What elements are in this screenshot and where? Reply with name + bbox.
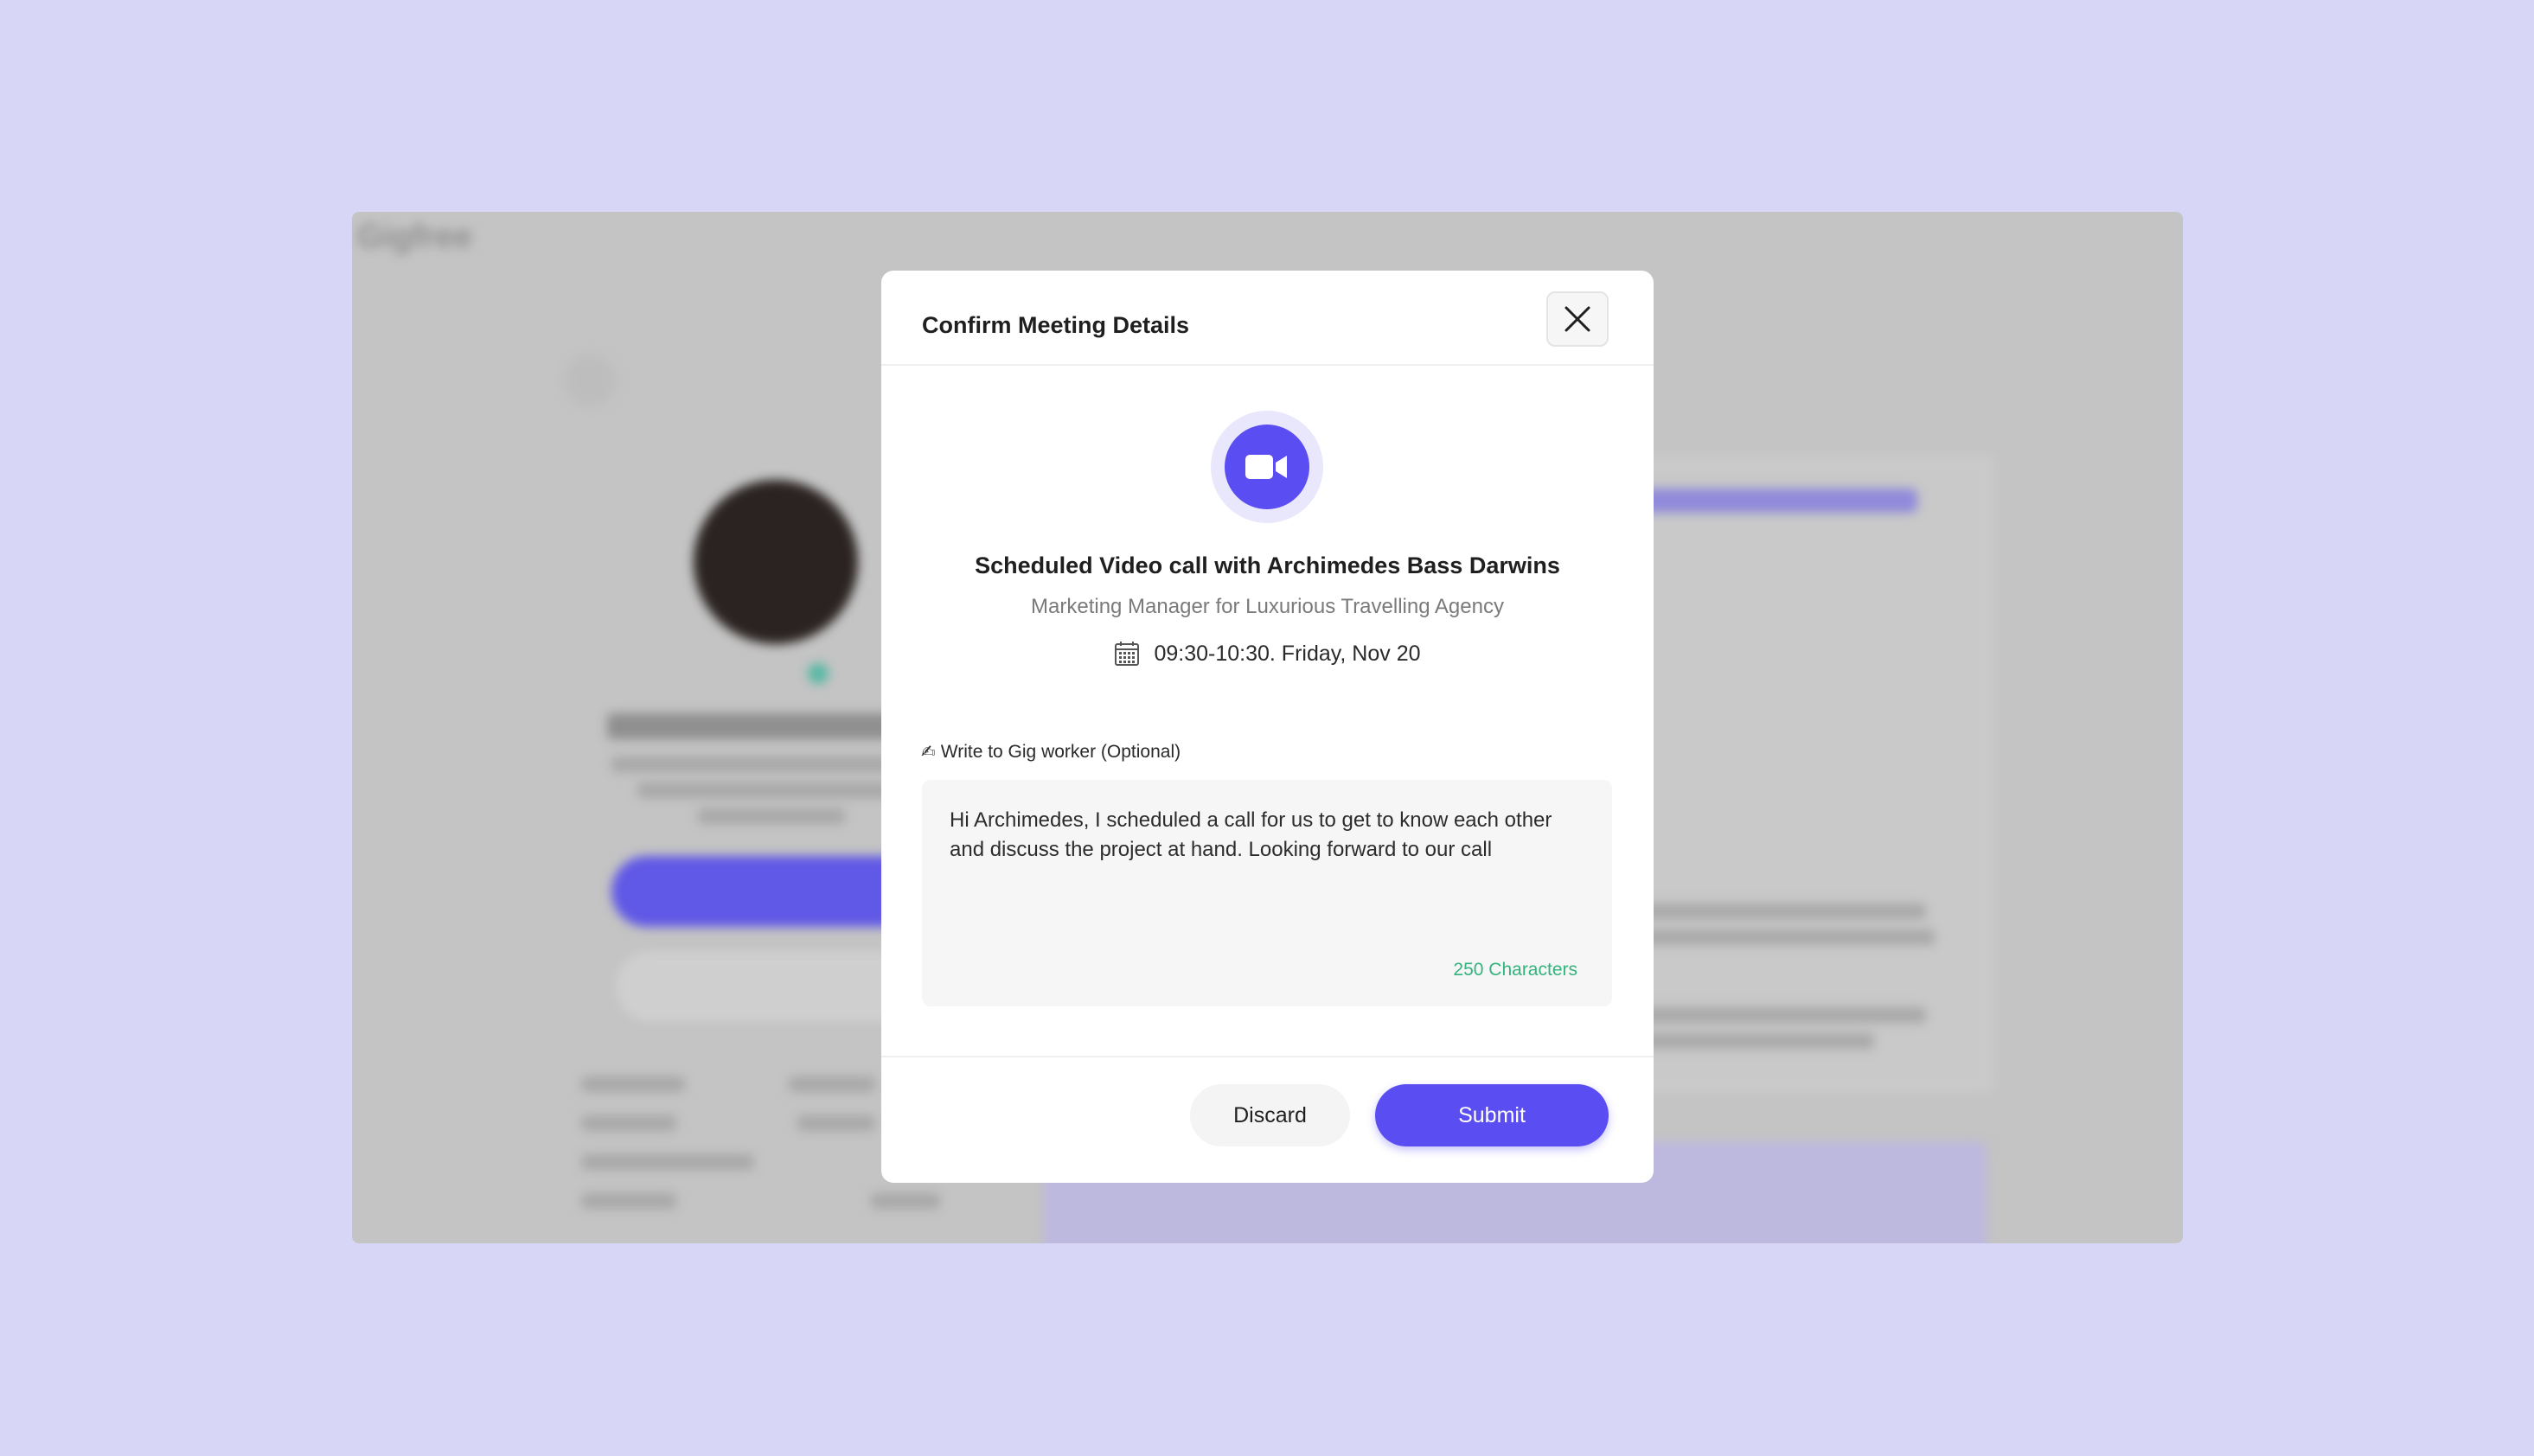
message-text: Hi Archimedes, I scheduled a call for us… — [950, 808, 1552, 861]
call-subtitle: Marketing Manager for Luxurious Travelli… — [1031, 595, 1504, 618]
profile-info-row — [581, 1115, 676, 1131]
back-button — [564, 354, 616, 406]
app-logo: Gigfree — [357, 219, 473, 255]
details-line — [1632, 929, 1935, 945]
profile-info-row — [871, 1193, 940, 1209]
online-status-dot — [808, 663, 829, 684]
profile-info-row — [581, 1154, 754, 1170]
close-icon — [1565, 306, 1590, 332]
footer-divider — [881, 1056, 1654, 1057]
background-link — [1641, 489, 1917, 513]
profile-avatar — [694, 480, 858, 644]
details-line — [1632, 904, 1926, 919]
modal-title: Confirm Meeting Details — [922, 312, 1190, 338]
profile-info-row — [581, 1193, 676, 1209]
close-button[interactable] — [1546, 291, 1609, 347]
call-time: 09:30-10:30. Friday, Nov 20 — [1154, 641, 1421, 666]
profile-line — [698, 808, 845, 824]
discard-button[interactable]: Discard — [1190, 1084, 1350, 1146]
call-title: Scheduled Video call with Archimedes Bas… — [975, 552, 1560, 578]
submit-button[interactable]: Submit — [1375, 1084, 1609, 1146]
details-line — [1632, 1033, 1874, 1049]
calendar-icon — [1115, 642, 1140, 666]
confirm-meeting-modal: Confirm Meeting Details Scheduled Video … — [881, 271, 1654, 1183]
profile-info-row — [797, 1115, 875, 1131]
modal-header: Confirm Meeting Details — [881, 271, 1654, 366]
write-label: Write to Gig worker (Optional) — [940, 741, 1181, 762]
profile-line — [637, 782, 905, 798]
character-count: 250 Characters — [1453, 960, 1577, 980]
video-camera-icon — [1225, 425, 1309, 509]
profile-info-row — [581, 1076, 685, 1092]
message-textarea[interactable]: Hi Archimedes, I scheduled a call for us… — [922, 780, 1612, 1006]
profile-info-row — [789, 1076, 875, 1092]
writing-hand-icon: ✍ — [921, 743, 936, 762]
video-call-badge — [1211, 411, 1323, 523]
details-line — [1632, 1007, 1926, 1023]
call-time-row: 09:30-10:30. Friday, Nov 20 — [881, 641, 1654, 667]
write-label-row: ✍ Write to Gig worker (Optional) — [921, 741, 1181, 763]
